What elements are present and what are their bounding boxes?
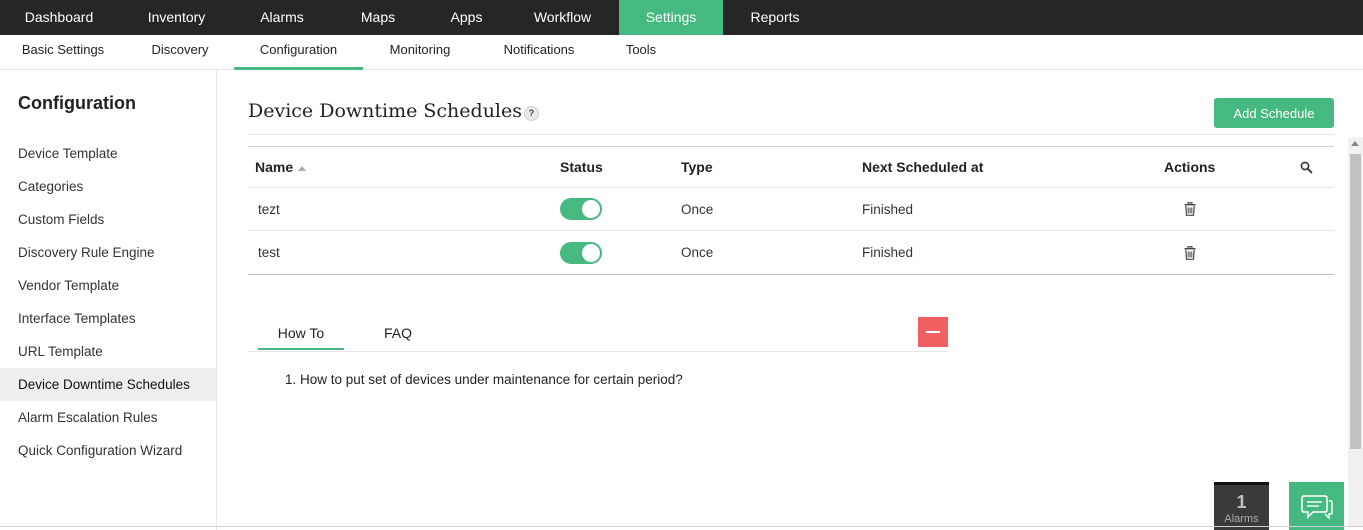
minus-icon — [926, 331, 940, 333]
status-toggle[interactable] — [560, 241, 602, 264]
schedules-table: Name Status Type Next Scheduled at Actio… — [248, 146, 1334, 275]
page-title: Device Downtime Schedules — [248, 100, 523, 122]
help-icon[interactable]: ? — [524, 106, 539, 121]
row-name: test — [258, 245, 280, 260]
toggle-knob — [582, 200, 600, 218]
table-header: Name Status Type Next Scheduled at Actio… — [248, 147, 1334, 188]
sub-nav: Basic Settings Discovery Configuration M… — [0, 35, 1363, 70]
table-row: tezt Once Finished — [248, 188, 1334, 231]
column-status: Status — [560, 159, 603, 175]
row-status — [560, 188, 602, 230]
sidebar-title: Configuration — [18, 93, 136, 113]
row-next-scheduled: Finished — [862, 201, 914, 217]
delete-icon[interactable] — [1184, 188, 1196, 230]
tab-how-to[interactable]: How To — [258, 314, 344, 350]
chat-icon — [1301, 495, 1333, 520]
top-nav: Dashboard Inventory Alarms Maps Apps Wor… — [0, 0, 1363, 35]
nav-dashboard[interactable]: Dashboard — [0, 0, 118, 35]
help-tabs: How To FAQ — [248, 314, 948, 352]
add-schedule-button[interactable]: Add Schedule — [1214, 98, 1334, 128]
status-toggle[interactable] — [560, 198, 602, 220]
sort-asc-icon[interactable] — [298, 165, 307, 171]
subnav-basic-settings[interactable]: Basic Settings — [8, 35, 118, 70]
row-name: tezt — [258, 201, 280, 217]
nav-workflow[interactable]: Workflow — [506, 0, 619, 35]
row-next-scheduled: Finished — [862, 245, 914, 260]
alarms-count: 1 — [1236, 492, 1247, 512]
subnav-notifications[interactable]: Notifications — [489, 35, 589, 70]
sidebar-item-custom-fields[interactable]: Custom Fields — [0, 203, 216, 236]
sidebar-item-vendor-template[interactable]: Vendor Template — [0, 269, 216, 302]
row-type: Once — [681, 201, 714, 217]
tab-faq[interactable]: FAQ — [368, 314, 428, 350]
nav-maps[interactable]: Maps — [329, 0, 427, 35]
subnav-monitoring[interactable]: Monitoring — [374, 35, 466, 70]
table-search-icon[interactable] — [1300, 147, 1313, 187]
sidebar-item-device-downtime-schedules[interactable]: Device Downtime Schedules — [0, 368, 216, 401]
bottom-divider — [0, 526, 1363, 527]
howto-link[interactable]: 1. How to put set of devices under maint… — [285, 372, 683, 387]
chat-widget[interactable] — [1289, 482, 1344, 530]
subnav-discovery[interactable]: Discovery — [134, 35, 226, 70]
alarms-label: Alarms — [1224, 513, 1259, 525]
sidebar-item-quick-configuration-wizard[interactable]: Quick Configuration Wizard — [0, 434, 216, 467]
sidebar-item-interface-templates[interactable]: Interface Templates — [0, 302, 216, 335]
scrollbar[interactable] — [1348, 137, 1363, 527]
column-name[interactable]: Name — [255, 147, 307, 187]
scrollbar-thumb[interactable] — [1350, 154, 1361, 449]
collapse-button[interactable] — [918, 317, 948, 347]
subnav-tools[interactable]: Tools — [612, 35, 670, 70]
sidebar-item-discovery-rule-engine[interactable]: Discovery Rule Engine — [0, 236, 216, 269]
nav-apps[interactable]: Apps — [427, 0, 506, 35]
row-type: Once — [681, 245, 714, 260]
alarms-widget[interactable]: 1 Alarms — [1214, 482, 1269, 530]
sidebar: Configuration Device Template Categories… — [0, 70, 217, 530]
column-type: Type — [681, 159, 713, 175]
nav-inventory[interactable]: Inventory — [118, 0, 235, 35]
column-next-scheduled: Next Scheduled at — [862, 159, 984, 175]
row-status — [560, 231, 602, 274]
delete-icon[interactable] — [1184, 231, 1196, 274]
nav-alarms[interactable]: Alarms — [235, 0, 329, 35]
sidebar-item-device-template[interactable]: Device Template — [0, 137, 216, 170]
column-name-label: Name — [255, 159, 294, 175]
table-row: test Once Finished — [248, 231, 1334, 274]
scroll-up-icon[interactable] — [1351, 141, 1359, 146]
sidebar-item-alarm-escalation-rules[interactable]: Alarm Escalation Rules — [0, 401, 216, 434]
title-divider — [248, 134, 1334, 135]
toggle-knob — [582, 243, 600, 262]
column-actions: Actions — [1164, 159, 1216, 175]
sidebar-item-categories[interactable]: Categories — [0, 170, 216, 203]
nav-settings[interactable]: Settings — [619, 0, 723, 35]
sidebar-item-url-template[interactable]: URL Template — [0, 335, 216, 368]
nav-reports[interactable]: Reports — [723, 0, 827, 35]
subnav-configuration[interactable]: Configuration — [234, 35, 363, 70]
